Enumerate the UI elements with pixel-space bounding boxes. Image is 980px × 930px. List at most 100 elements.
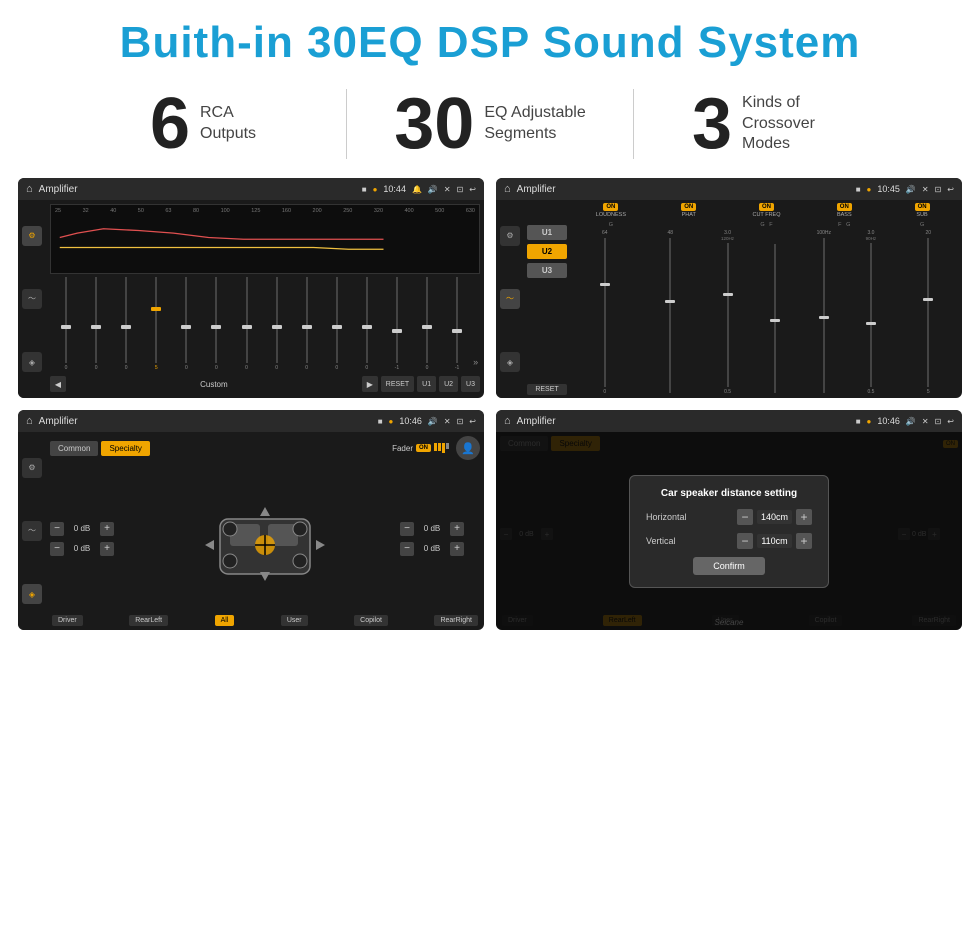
db-plus-br[interactable]: + — [450, 542, 464, 556]
eq-slider-9[interactable]: 0 — [323, 277, 351, 371]
screen2-icon6: ↩ — [947, 185, 954, 194]
db-minus-tl[interactable]: − — [50, 522, 64, 536]
eq-slider-3[interactable]: 5 — [142, 277, 170, 371]
screen1-main: 253240506380 100125160200250 32040050063… — [46, 200, 484, 398]
eq-next-button[interactable]: ▶ — [362, 376, 378, 392]
page-title: Buith-in 30EQ DSP Sound System — [10, 18, 970, 68]
user-button[interactable]: User — [281, 615, 308, 626]
screen4-icon3: 🔊 — [906, 417, 916, 426]
screen3-time: 10:46 — [399, 416, 422, 426]
screen4-icon1: ■ — [856, 417, 861, 426]
horizontal-plus-button[interactable]: + — [796, 509, 812, 525]
vertical-label: Vertical — [646, 536, 706, 546]
eq-slider-2[interactable]: 0 — [112, 277, 140, 371]
sidebar-wave-icon[interactable]: 〜 — [22, 289, 42, 309]
confirm-button[interactable]: Confirm — [693, 557, 765, 575]
eq-slider-13[interactable]: -1 — [443, 277, 471, 371]
db-minus-tr[interactable]: − — [400, 522, 414, 536]
screen2-icon1: ■ — [856, 185, 861, 194]
eq-reset-button[interactable]: RESET — [381, 376, 414, 392]
driver-button[interactable]: Driver — [52, 615, 83, 626]
dialog-title: Car speaker distance setting — [646, 488, 812, 499]
horizontal-ctrl: − 140cm + — [737, 509, 812, 525]
home-icon-s1[interactable]: ⌂ — [26, 183, 33, 195]
db-minus-br[interactable]: − — [400, 542, 414, 556]
common-tab[interactable]: Common — [50, 441, 98, 456]
eq-slider-1[interactable]: 0 — [82, 277, 110, 371]
screen3-sidebar: ⚙ 〜 ◈ — [18, 432, 46, 630]
screen1-time: 10:44 — [383, 184, 406, 194]
rearleft-button[interactable]: RearLeft — [129, 615, 168, 626]
eq-slider-4[interactable]: 0 — [172, 277, 200, 371]
stat-eq: 30 EQ AdjustableSegments — [347, 88, 633, 160]
rearright-button[interactable]: RearRight — [434, 615, 478, 626]
db-plus-bl[interactable]: + — [100, 542, 114, 556]
specialty-tab[interactable]: Specialty — [101, 441, 149, 456]
screen1-icon2: ● — [373, 185, 378, 194]
db-minus-bl[interactable]: − — [50, 542, 64, 556]
sidebar3-wave-icon[interactable]: 〜 — [22, 521, 42, 541]
u1-button-s2[interactable]: U1 — [527, 225, 567, 240]
eq-custom-label: Custom — [69, 380, 359, 389]
home-icon-s4[interactable]: ⌂ — [504, 415, 511, 427]
all-button[interactable]: All — [215, 615, 235, 626]
eq-prev-button[interactable]: ◀ — [50, 376, 66, 392]
copilot-button[interactable]: Copilot — [354, 615, 388, 626]
screen1-icon6: ⊡ — [457, 185, 464, 194]
screen-fader: ⌂ Amplifier ■ ● 10:46 🔊 ✕ ⊡ ↩ ⚙ 〜 ◈ Comm… — [18, 410, 484, 630]
db-control-bl: − 0 dB + — [50, 542, 130, 556]
home-icon-s2[interactable]: ⌂ — [504, 183, 511, 195]
screen2-icon2: ● — [867, 185, 872, 194]
screen2-icon4: ✕ — [922, 185, 929, 194]
screen2-icon3: 🔊 — [906, 185, 916, 194]
eq-u1-button[interactable]: U1 — [417, 376, 436, 392]
screen3-main: Common Specialty Fader ON 👤 — [46, 432, 484, 630]
eq-slider-6[interactable]: 0 — [232, 277, 260, 371]
screen4-title: Amplifier — [517, 416, 850, 427]
stat-rca: 6 RCAOutputs — [60, 88, 346, 160]
vertical-minus-button[interactable]: − — [737, 533, 753, 549]
eq-slider-8[interactable]: 0 — [293, 277, 321, 371]
u3-button-s2[interactable]: U3 — [527, 263, 567, 278]
eq-graph: 253240506380 100125160200250 32040050063… — [50, 204, 480, 274]
sidebar-eq-icon[interactable]: ⚙ — [22, 226, 42, 246]
vertical-value: 110cm — [757, 534, 792, 548]
sidebar2-eq-icon[interactable]: ⚙ — [500, 226, 520, 246]
horizontal-value: 140cm — [757, 510, 792, 524]
eq-curve-yellow — [51, 230, 401, 265]
sidebar3-speaker-icon[interactable]: ◈ — [22, 584, 42, 604]
eq-u2-button[interactable]: U2 — [439, 376, 458, 392]
vertical-ctrl: − 110cm + — [737, 533, 812, 549]
bottom-labels: Driver RearLeft All User Copilot RearRig… — [50, 615, 480, 626]
db-control-br: − 0 dB + — [400, 542, 480, 556]
db-value-br: 0 dB — [417, 544, 447, 553]
db-value-tl: 0 dB — [67, 524, 97, 533]
eq-slider-11[interactable]: -1 — [383, 277, 411, 371]
u2-button-s2[interactable]: U2 — [527, 244, 567, 259]
screen4-icon6: ↩ — [947, 417, 954, 426]
sidebar3-eq-icon[interactable]: ⚙ — [22, 458, 42, 478]
eq-slider-7[interactable]: 0 — [263, 277, 291, 371]
stats-row: 6 RCAOutputs 30 EQ AdjustableSegments 3 … — [0, 78, 980, 178]
profile-icon[interactable]: 👤 — [456, 436, 480, 460]
eq-slider-12[interactable]: 0 — [413, 277, 441, 371]
screen3-bar: ⌂ Amplifier ■ ● 10:46 🔊 ✕ ⊡ ↩ — [18, 410, 484, 432]
reset-button-s2[interactable]: RESET — [527, 384, 567, 395]
eq-slider-10[interactable]: 0 — [353, 277, 381, 371]
eq-slider-0[interactable]: 0 — [52, 277, 80, 371]
eq-slider-5[interactable]: 0 — [202, 277, 230, 371]
sidebar-speaker-icon[interactable]: ◈ — [22, 352, 42, 372]
db-plus-tr[interactable]: + — [450, 522, 464, 536]
dialog-overlay: Car speaker distance setting Horizontal … — [496, 432, 962, 630]
sidebar2-wave-icon[interactable]: 〜 — [500, 289, 520, 309]
db-plus-tl[interactable]: + — [100, 522, 114, 536]
screen-dialog: ⌂ Amplifier ■ ● 10:46 🔊 ✕ ⊡ ↩ Common Spe… — [496, 410, 962, 630]
eq-u3-button[interactable]: U3 — [461, 376, 480, 392]
sidebar2-speaker-icon[interactable]: ◈ — [500, 352, 520, 372]
vertical-plus-button[interactable]: + — [796, 533, 812, 549]
screen3-icon3: 🔊 — [428, 417, 438, 426]
db-control-tr: − 0 dB + — [400, 522, 480, 536]
screen3-icon6: ↩ — [469, 417, 476, 426]
horizontal-minus-button[interactable]: − — [737, 509, 753, 525]
home-icon-s3[interactable]: ⌂ — [26, 415, 33, 427]
